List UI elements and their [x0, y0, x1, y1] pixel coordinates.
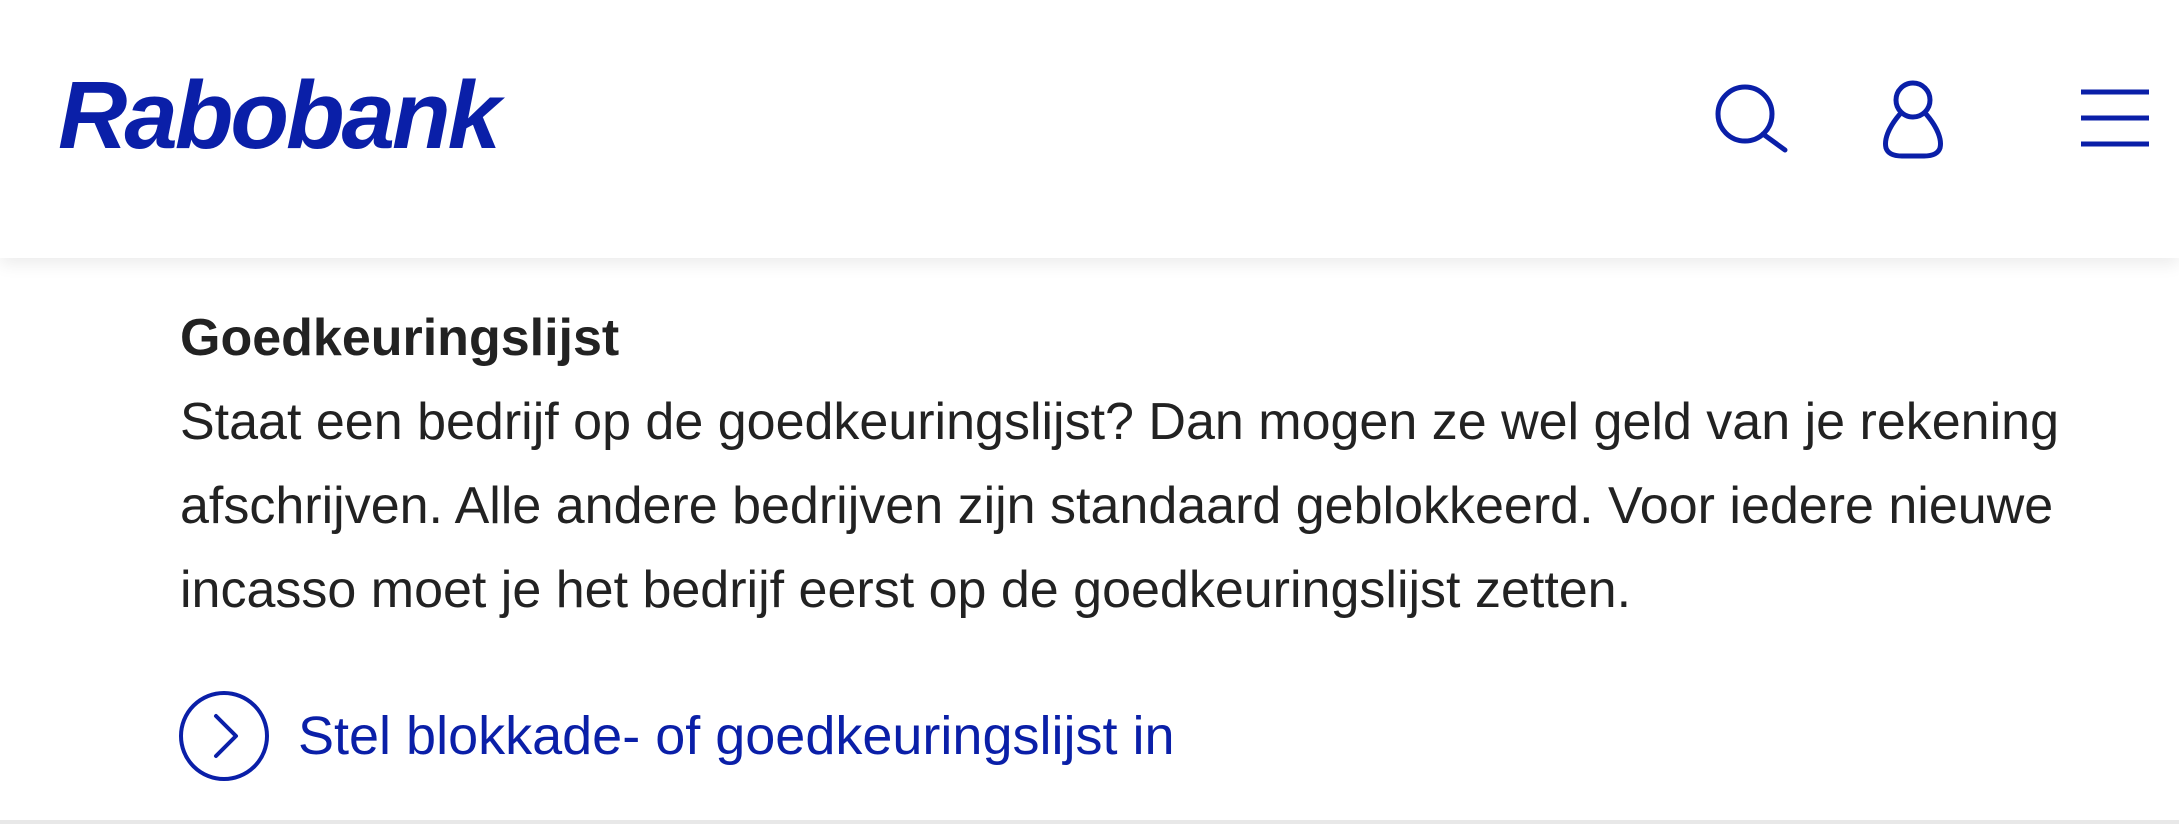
rabobank-logo[interactable]: Rabobank [58, 56, 501, 176]
cta-label: Stel blokkade- of goedkeuringslijst in [298, 706, 1175, 766]
set-approval-list-link[interactable]: Stel blokkade- of goedkeuringslijst in [178, 690, 1175, 782]
user-icon [1883, 80, 1943, 159]
page: Rabobank Goedkeuringslijst Staat een bed… [0, 0, 2179, 824]
menu-button[interactable] [2072, 75, 2158, 161]
chevron-right-circle-icon [179, 691, 269, 781]
site-header: Rabobank [0, 0, 2179, 258]
account-button[interactable] [1870, 75, 1956, 161]
search-icon [1715, 84, 1788, 153]
section-description: Staat een bedrijf op de goedkeuringslijs… [180, 393, 2059, 619]
section-title: Goedkeuringslijst [180, 309, 620, 367]
search-button[interactable] [1708, 75, 1794, 161]
divider [0, 820, 2179, 824]
hamburger-menu-icon [2081, 89, 2149, 147]
main-content: Goedkeuringslijst Staat een bedrijf op d… [0, 258, 2179, 824]
